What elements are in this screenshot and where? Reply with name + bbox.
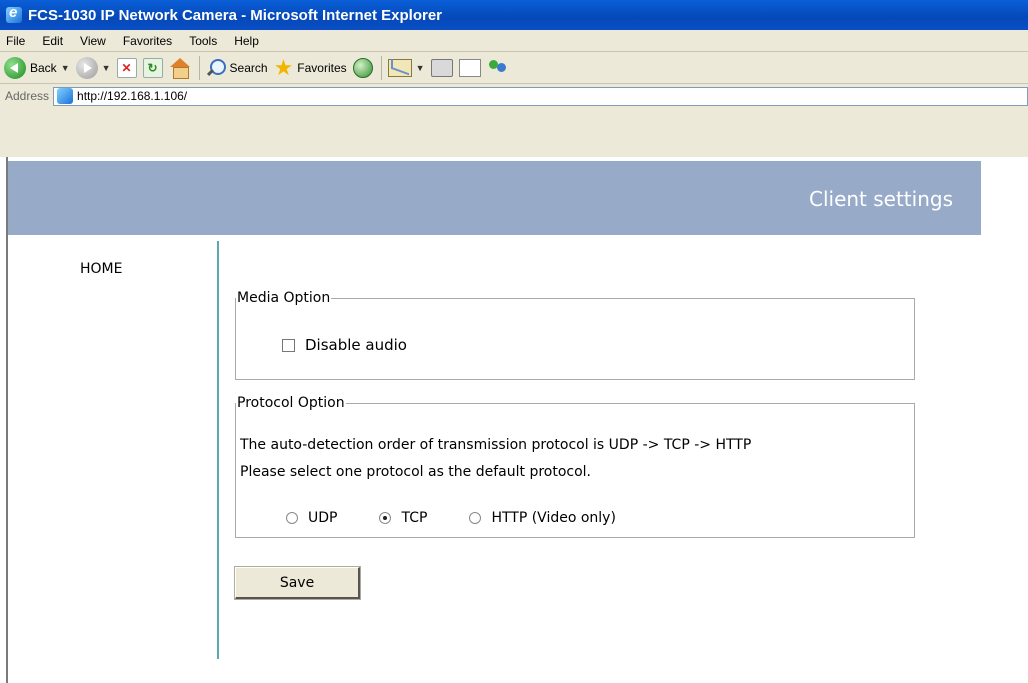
tcp-radio[interactable] (379, 512, 392, 524)
address-label: Address (5, 89, 50, 103)
toolbar-separator (380, 55, 382, 80)
mail-dropdown-icon[interactable]: ▼ (416, 63, 425, 73)
window-title: FCS-1030 IP Network Camera - Microsoft I… (28, 6, 443, 24)
menu-file[interactable]: File (6, 34, 25, 48)
protocol-option-group: Protocol Option The auto-detection order… (235, 395, 915, 538)
menu-bar: File Edit View Favorites Tools Help (0, 30, 1028, 52)
media-option-legend: Media Option (237, 290, 331, 306)
tcp-label: TCP (401, 510, 428, 526)
address-input[interactable]: http://192.168.1.106/ (53, 86, 1028, 106)
protocol-radio-group: UDP TCP HTTP (Video only) (286, 510, 658, 526)
address-bar: Address http://192.168.1.106/ (0, 84, 1028, 157)
menu-help[interactable]: Help (234, 34, 259, 48)
print-button[interactable] (430, 55, 453, 81)
browser-toolbar: Back ▼ ▼ ✕ ↻ Search ★ Favorites ▼ (0, 52, 1028, 84)
history-icon (352, 57, 373, 78)
menu-view[interactable]: View (80, 34, 106, 48)
toolbar-separator (198, 55, 200, 80)
disable-audio-checkbox[interactable] (282, 338, 295, 352)
back-label: Back (30, 60, 57, 75)
edit-icon (458, 58, 481, 77)
page-banner: Client settings (8, 161, 981, 235)
address-url: http://192.168.1.106/ (77, 89, 188, 103)
protocol-description: The auto-detection order of transmission… (240, 437, 752, 453)
refresh-icon: ↻ (142, 57, 163, 78)
refresh-button[interactable]: ↻ (142, 55, 163, 81)
messenger-icon (487, 58, 509, 78)
page-viewport: Client settings HOME Media Option Disabl… (6, 157, 1028, 683)
radio-option-http[interactable]: HTTP (Video only) (469, 510, 616, 526)
favorites-label: Favorites (297, 60, 347, 75)
favorites-button[interactable]: ★ Favorites (274, 55, 347, 81)
search-icon (206, 58, 226, 78)
messenger-button[interactable] (487, 55, 509, 81)
search-label: Search (229, 60, 268, 75)
http-label: HTTP (Video only) (491, 510, 616, 526)
forward-button[interactable]: ▼ (75, 55, 111, 81)
home-icon (169, 57, 191, 79)
back-dropdown-icon[interactable]: ▼ (61, 63, 70, 73)
stop-button[interactable]: ✕ (116, 55, 137, 81)
media-option-group: Media Option Disable audio (235, 290, 915, 380)
menu-edit[interactable]: Edit (42, 34, 63, 48)
back-arrow-icon (4, 56, 26, 79)
home-button[interactable] (169, 55, 191, 81)
mail-icon (387, 58, 412, 77)
mail-button[interactable]: ▼ (387, 55, 425, 81)
http-radio[interactable] (469, 512, 482, 524)
udp-radio[interactable] (286, 512, 298, 524)
save-button[interactable]: Save (234, 566, 361, 600)
forward-arrow-icon (75, 56, 98, 79)
menu-tools[interactable]: Tools (189, 34, 217, 48)
page-icon (57, 88, 74, 104)
ie-logo-icon (6, 4, 22, 23)
nav-home-link[interactable]: HOME (80, 261, 122, 277)
disable-audio-option[interactable]: Disable audio (282, 336, 407, 354)
menu-favorites[interactable]: Favorites (123, 34, 172, 48)
protocol-instruction: Please select one protocol as the defaul… (240, 464, 592, 480)
history-button[interactable] (352, 55, 373, 81)
back-button[interactable]: Back ▼ (4, 55, 70, 81)
radio-option-udp[interactable]: UDP (286, 510, 337, 526)
disable-audio-label: Disable audio (305, 336, 407, 354)
radio-option-tcp[interactable]: TCP (379, 510, 427, 526)
favorites-star-icon: ★ (273, 54, 294, 80)
edit-button[interactable] (458, 55, 481, 81)
page-title: Client settings (808, 187, 953, 211)
window-title-bar: FCS-1030 IP Network Camera - Microsoft I… (0, 0, 1028, 30)
search-button[interactable]: Search (206, 55, 268, 81)
nav-divider (217, 241, 219, 659)
forward-dropdown-icon[interactable]: ▼ (102, 63, 111, 73)
udp-label: UDP (308, 510, 338, 526)
protocol-option-legend: Protocol Option (237, 395, 345, 411)
print-icon (430, 58, 453, 77)
stop-icon: ✕ (116, 57, 137, 78)
